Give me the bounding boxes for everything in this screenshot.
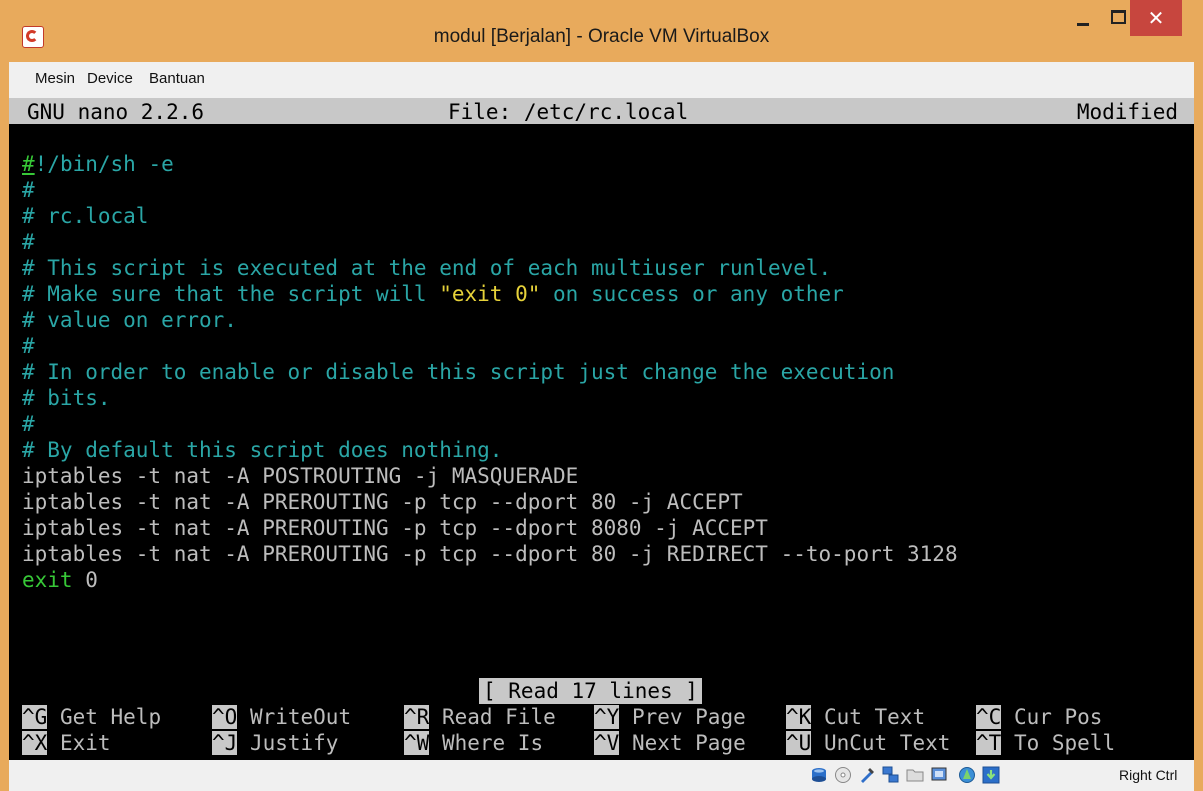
shortcut-next-page[interactable]: ^V Next Page — [594, 730, 746, 756]
shortcut-justify[interactable]: ^J Justify — [212, 730, 338, 756]
shortcut-row-2: ^X Exit ^J Justify ^W Where Is ^V Next P… — [22, 730, 1115, 756]
editor-line: # By default this script does nothing. — [22, 438, 503, 462]
shared-folder-icon[interactable] — [905, 765, 925, 785]
title-bar[interactable]: modul [Berjalan] - Oracle VM VirtualBox … — [0, 0, 1203, 62]
minimize-icon — [1077, 22, 1089, 26]
menu-mesin[interactable]: Mesin — [35, 70, 75, 87]
shortcut-uncut-text[interactable]: ^U UnCut Text — [786, 730, 950, 756]
editor-line: # In order to enable or disable this scr… — [22, 360, 895, 384]
shortcut-prev-page[interactable]: ^Y Prev Page — [594, 704, 746, 730]
display-icon[interactable] — [929, 765, 949, 785]
usb-icon[interactable] — [857, 765, 877, 785]
menu-bar: Mesin Device Bantuan — [9, 62, 1194, 98]
editor-line: iptables -t nat -A PREROUTING -p tcp --d… — [22, 542, 958, 566]
editor-line: iptables -t nat -A POSTROUTING -j MASQUE… — [22, 464, 579, 488]
host-key-label: Right Ctrl — [1119, 767, 1178, 783]
menu-bantuan[interactable]: Bantuan — [149, 70, 205, 87]
string-literal: "exit 0" — [439, 282, 541, 306]
optical-drive-icon[interactable] — [833, 765, 853, 785]
shortcut-cut-text[interactable]: ^K Cut Text — [786, 704, 925, 730]
shortcut-exit[interactable]: ^X Exit — [22, 730, 111, 756]
vm-status-bar: Right Ctrl — [9, 760, 1194, 791]
editor-line: # — [22, 178, 35, 202]
nano-status-message: [ Read 17 lines ] — [479, 678, 702, 704]
editor-line: iptables -t nat -A PREROUTING -p tcp --d… — [22, 516, 768, 540]
nano-version: GNU nano 2.2.6 — [27, 100, 205, 124]
editor-line: # rc.local — [22, 204, 149, 228]
close-icon: ✕ — [1147, 6, 1165, 30]
keyword: exit — [22, 568, 73, 592]
menu-device[interactable]: Device — [87, 70, 133, 87]
editor-line: # — [22, 412, 35, 436]
editor-line: #!/bin/sh -e — [22, 152, 174, 176]
shortcut-read-file[interactable]: ^R Read File — [404, 704, 556, 730]
hard-disk-icon[interactable] — [809, 765, 829, 785]
shortcut-cur-pos[interactable]: ^C Cur Pos — [976, 704, 1102, 730]
nano-modified-state: Modified — [1076, 100, 1178, 124]
editor-line: # bits. — [22, 386, 111, 410]
keyboard-capture-icon[interactable] — [981, 765, 1001, 785]
editor-line: # value on error. — [22, 308, 237, 332]
editor-line: exit 0 — [22, 568, 98, 592]
nano-header-bar: GNU nano 2.2.6 File: /etc/rc.local Modif… — [9, 98, 1194, 124]
shortcut-to-spell[interactable]: ^T To Spell — [976, 730, 1115, 756]
mouse-integration-icon[interactable] — [957, 765, 977, 785]
editor-line: iptables -t nat -A PREROUTING -p tcp --d… — [22, 490, 743, 514]
shortcut-where-is[interactable]: ^W Where Is — [404, 730, 543, 756]
shortcut-get-help[interactable]: ^G Get Help — [22, 704, 161, 730]
editor-line: # Make sure that the script will "exit 0… — [22, 282, 844, 306]
vm-screen[interactable]: GNU nano 2.2.6 File: /etc/rc.local Modif… — [9, 98, 1194, 760]
editor-line: # This script is executed at the end of … — [22, 256, 832, 280]
shortcut-row-1: ^G Get Help ^O WriteOut ^R Read File ^Y … — [22, 704, 1102, 730]
close-button[interactable]: ✕ — [1130, 0, 1182, 36]
maximize-icon — [1110, 10, 1126, 24]
editor-line: # — [22, 230, 35, 254]
window-title: modul [Berjalan] - Oracle VM VirtualBox — [433, 26, 770, 47]
cursor-char: # — [22, 152, 35, 176]
nano-file-name: File: /etc/rc.local — [448, 100, 689, 124]
shortcut-writeout[interactable]: ^O WriteOut — [212, 704, 351, 730]
network-icon[interactable] — [881, 765, 901, 785]
editor-line: # — [22, 334, 35, 358]
virtualbox-window: modul [Berjalan] - Oracle VM VirtualBox … — [0, 0, 1203, 791]
